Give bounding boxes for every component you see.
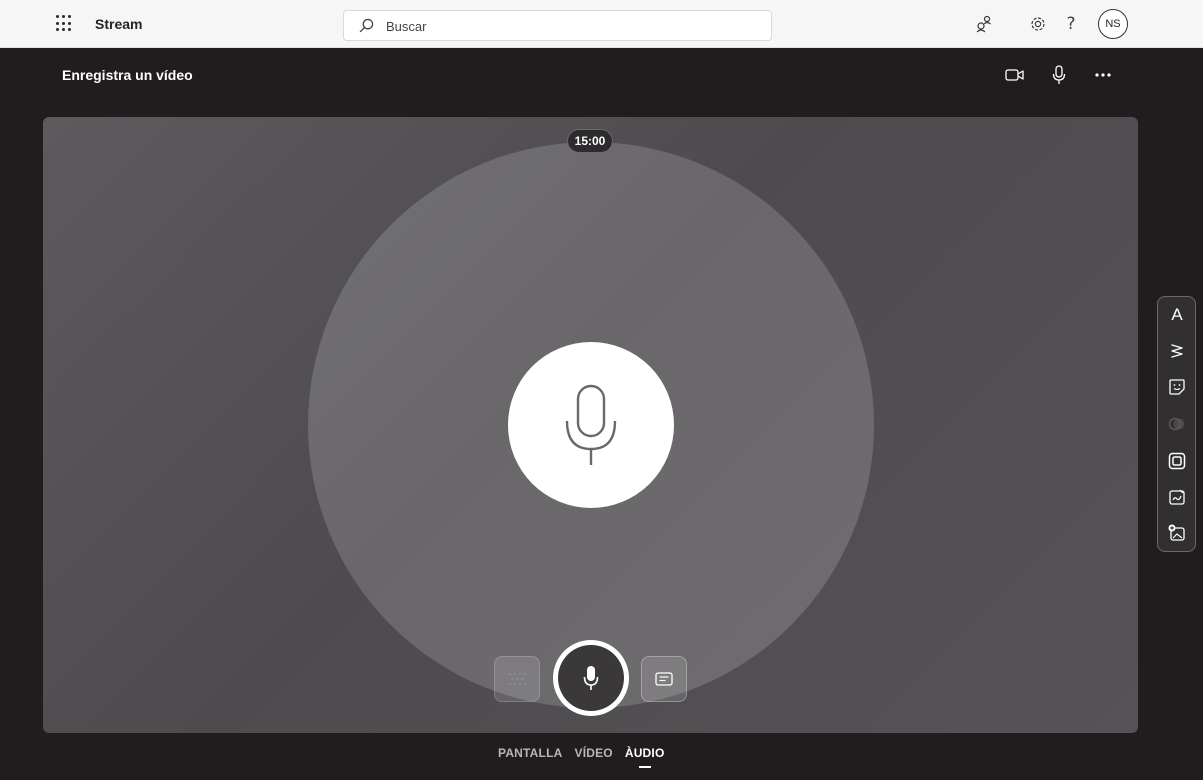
search-box[interactable] bbox=[343, 10, 772, 41]
more-options-icon[interactable] bbox=[1091, 64, 1115, 86]
search-icon bbox=[359, 18, 374, 33]
mode-tabs: PANTALLA VÍDEO ÀUDIO bbox=[498, 746, 665, 768]
large-microphone-icon bbox=[565, 384, 617, 465]
text-tool-glyph: A bbox=[1171, 305, 1183, 324]
effects-button[interactable] bbox=[494, 656, 540, 702]
teleprompter-button[interactable] bbox=[641, 656, 687, 702]
people-icon[interactable] bbox=[973, 13, 995, 35]
effects-icon bbox=[508, 672, 527, 686]
pen-icon[interactable] bbox=[1166, 340, 1188, 362]
audio-preview bbox=[508, 342, 674, 508]
editing-toolbar: A bbox=[1157, 296, 1196, 552]
tab-audio[interactable]: ÀUDIO bbox=[625, 746, 665, 768]
microphone-icon[interactable] bbox=[1047, 64, 1071, 86]
page-title: Enregistra un vídeo bbox=[62, 67, 193, 83]
tab-screen[interactable]: PANTALLA bbox=[498, 746, 562, 760]
teleprompter-icon bbox=[655, 672, 673, 686]
record-microphone-icon bbox=[583, 666, 599, 690]
filter-icon[interactable] bbox=[1166, 413, 1188, 435]
top-app-bar: Stream ? NS bbox=[0, 0, 1203, 48]
help-icon[interactable]: ? bbox=[1060, 13, 1082, 35]
app-launcher-icon[interactable] bbox=[56, 15, 74, 33]
settings-icon[interactable] bbox=[1027, 13, 1049, 35]
backdrop-icon[interactable] bbox=[1166, 486, 1188, 508]
add-image-icon[interactable] bbox=[1166, 522, 1188, 544]
recording-stage: 15:00 bbox=[43, 117, 1138, 733]
app-name[interactable]: Stream bbox=[95, 16, 142, 32]
avatar[interactable]: NS bbox=[1098, 9, 1128, 39]
record-button-inner bbox=[558, 645, 624, 711]
search-input[interactable] bbox=[386, 17, 756, 35]
sticker-icon[interactable] bbox=[1166, 376, 1188, 398]
record-button[interactable] bbox=[553, 640, 629, 716]
text-icon[interactable]: A bbox=[1166, 304, 1188, 326]
tab-video[interactable]: VÍDEO bbox=[574, 746, 612, 760]
frame-icon[interactable] bbox=[1166, 450, 1188, 472]
camera-icon[interactable] bbox=[1003, 64, 1027, 86]
recording-timer: 15:00 bbox=[567, 129, 613, 153]
help-glyph: ? bbox=[1066, 14, 1076, 34]
